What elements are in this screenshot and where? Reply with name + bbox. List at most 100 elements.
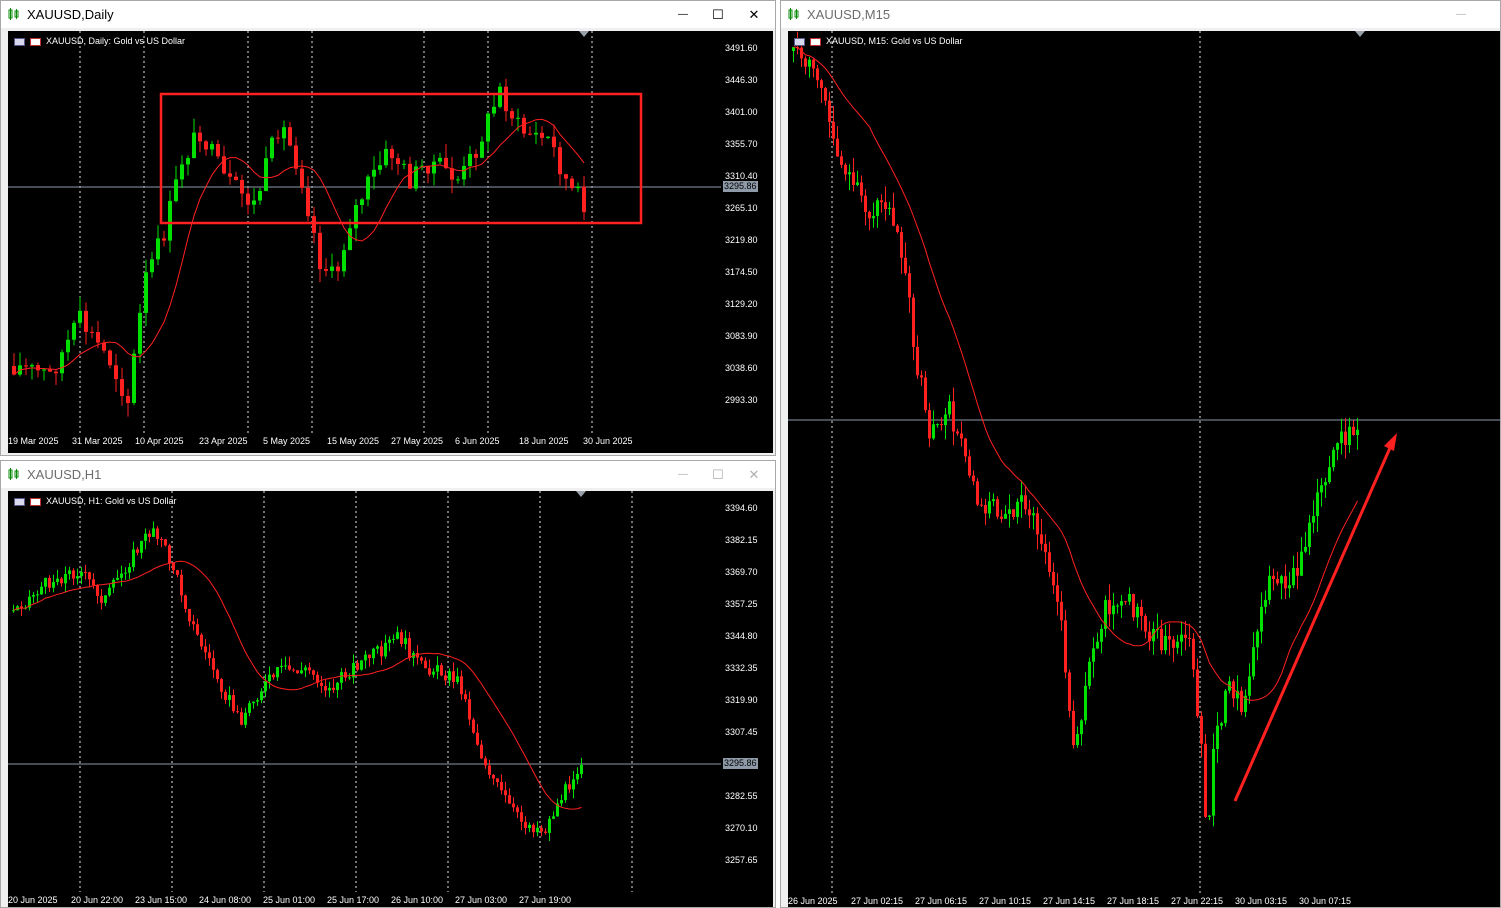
candle-body: [1000, 516, 1003, 519]
candle-body: [344, 672, 347, 678]
candle-body: [496, 778, 499, 782]
candle-body: [180, 164, 184, 180]
candle-body: [120, 573, 123, 578]
chart-shift-marker[interactable]: [576, 491, 586, 497]
candle-body: [1056, 585, 1059, 602]
candle-body: [1292, 568, 1295, 586]
candle-body: [992, 499, 995, 502]
candle-body: [920, 375, 923, 378]
candle-body: [1048, 552, 1051, 572]
moving-average-line: [793, 46, 1358, 701]
candle-body: [474, 153, 478, 158]
candle-body: [104, 595, 107, 603]
h1-minimize-button[interactable]: —: [668, 465, 698, 485]
candle-body: [296, 670, 299, 674]
candle-body: [168, 545, 171, 563]
daily-close-button[interactable]: ✕: [739, 5, 769, 25]
candle-body: [360, 660, 363, 670]
h1-y-label: 3344.80: [725, 631, 758, 641]
m15-minimize-button[interactable]: —: [1446, 5, 1476, 25]
h1-close-button[interactable]: ✕: [739, 465, 769, 485]
candle-body: [912, 297, 915, 347]
candle-body: [462, 165, 466, 180]
candle-body: [244, 712, 247, 725]
candle-body: [1288, 585, 1291, 589]
candle-body: [552, 136, 556, 148]
m15-time-scale[interactable]: 26 Jun 2025 27 Jun 02:15 27 Jun 06:15 27…: [788, 893, 1500, 907]
candle-body: [52, 581, 55, 588]
candle-body: [564, 174, 568, 179]
candle-body: [432, 671, 435, 675]
m15-plot-area[interactable]: XAUUSD, M15: Gold vs US Dollar: [788, 31, 1500, 893]
candle-body: [388, 639, 391, 643]
candle-body: [172, 562, 175, 571]
daily-plot-area[interactable]: XAUUSD, Daily: Gold vs US Dollar: [8, 31, 721, 433]
candle-body: [508, 795, 511, 804]
candle-body: [904, 257, 907, 274]
h1-maximize-button[interactable]: ☐: [703, 465, 733, 485]
candle-body: [84, 310, 88, 332]
candle-body: [48, 577, 51, 588]
candle-body: [980, 504, 983, 506]
candle-body: [940, 424, 943, 426]
candle-body: [128, 567, 131, 573]
h1-chart-window[interactable]: XAUUSD,H1 — ☐ ✕ XAUUSD, H1: Gold vs US D…: [0, 460, 776, 908]
candle-body: [150, 259, 154, 273]
candle-body: [318, 232, 322, 270]
gold-icon: [30, 37, 41, 46]
candle-body: [354, 205, 358, 229]
candle-body: [452, 671, 455, 683]
chart-candles-icon: [8, 8, 19, 20]
h1-plot-area[interactable]: XAUUSD, H1: Gold vs US Dollar: [8, 491, 721, 892]
candle-body: [848, 172, 851, 175]
candle-body: [236, 711, 239, 713]
candle-body: [570, 178, 574, 189]
candle-body: [456, 179, 460, 181]
candle-body: [572, 779, 575, 790]
h1-y-label: 3307.45: [725, 727, 758, 737]
h1-window-titlebar[interactable]: XAUUSD,H1 — ☐ ✕: [1, 461, 775, 488]
h1-price-scale[interactable]: 3394.60 3382.15 3369.70 3357.25 3344.80 …: [721, 491, 773, 892]
candle-body: [498, 86, 502, 107]
consolidation-range-box: [159, 92, 643, 225]
candle-body: [1188, 637, 1191, 639]
chart-shift-marker[interactable]: [1355, 31, 1365, 37]
h1-y-label: 3257.65: [725, 855, 758, 865]
candle-body: [114, 365, 118, 380]
candle-body: [304, 667, 307, 671]
candle-body: [260, 691, 263, 701]
daily-chart-window[interactable]: XAUUSD,Daily — ☐ ✕ XAUUSD, Daily: Gold v…: [0, 0, 776, 456]
m15-window-titlebar[interactable]: XAUUSD,M15 —: [781, 1, 1500, 28]
candle-body: [1192, 638, 1195, 670]
daily-time-scale[interactable]: 19 Mar 2025 31 Mar 2025 10 Apr 2025 23 A…: [8, 433, 773, 453]
candle-body: [1092, 648, 1095, 662]
candle-body: [472, 719, 475, 733]
m15-chart-window[interactable]: XAUUSD,M15 — XAUUSD, M15: Gold vs US Dol…: [780, 0, 1501, 908]
daily-y-label: 3355.70: [725, 139, 758, 149]
candle-body: [1172, 639, 1175, 648]
candle-body: [964, 438, 967, 457]
h1-time-scale[interactable]: 20 Jun 2025 20 Jun 22:00 23 Jun 15:00 24…: [8, 892, 773, 907]
daily-chart-header: XAUUSD, Daily: Gold vs US Dollar: [14, 36, 185, 46]
chart-shift-marker[interactable]: [579, 31, 589, 37]
candle-body: [540, 827, 543, 832]
h1-header-text: XAUUSD, H1: Gold vs US Dollar: [46, 496, 177, 506]
candle-body: [792, 47, 795, 51]
candle-body: [1208, 815, 1211, 817]
candle-body: [1016, 501, 1019, 517]
candle-body: [1052, 571, 1055, 586]
candle-body: [576, 773, 579, 780]
candle-body: [208, 652, 211, 659]
candle-body: [1020, 495, 1023, 502]
daily-minimize-button[interactable]: —: [668, 5, 698, 25]
daily-price-scale[interactable]: 3491.60 3446.30 3401.00 3355.70 3310.40 …: [721, 31, 773, 433]
candle-body: [56, 578, 59, 582]
daily-x-label: 18 Jun 2025: [519, 436, 569, 446]
candle-body: [1060, 601, 1063, 621]
candle-body: [1128, 594, 1131, 602]
candle-body: [1216, 725, 1219, 749]
candle-body: [1260, 606, 1263, 632]
daily-maximize-button[interactable]: ☐: [703, 5, 733, 25]
candle-body: [520, 812, 523, 822]
daily-window-titlebar[interactable]: XAUUSD,Daily — ☐ ✕: [1, 1, 775, 28]
